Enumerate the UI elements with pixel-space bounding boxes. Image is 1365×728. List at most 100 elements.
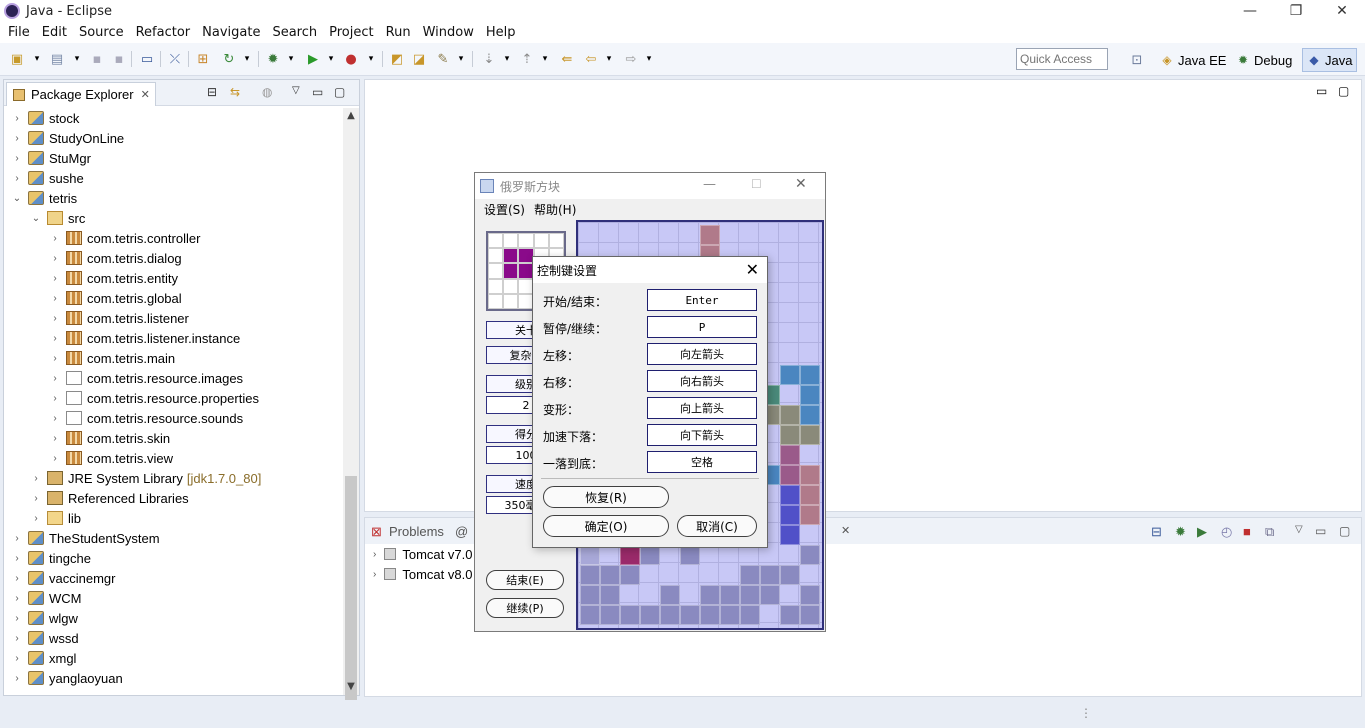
tree-item[interactable]: › stock — [12, 108, 79, 128]
back-icon[interactable]: ⇦ — [582, 50, 600, 68]
key-binding-field[interactable]: P — [647, 316, 757, 338]
last-edit-icon[interactable]: ⇚ — [558, 50, 576, 68]
tree-item[interactable]: › vaccinemgr — [12, 568, 115, 588]
refresh-dropdown-icon[interactable]: ▾ — [238, 50, 256, 68]
tab-problems[interactable]: Problems — [389, 524, 444, 539]
chevron-right-icon[interactable]: › — [50, 253, 60, 264]
open-perspective-icon[interactable]: ⊡ — [1128, 51, 1146, 69]
stop-server-icon[interactable]: ■ — [1243, 524, 1251, 539]
chevron-right-icon[interactable]: › — [31, 513, 41, 524]
debug-server-icon[interactable]: ✹ — [1175, 524, 1186, 540]
end-button[interactable]: 结束(E) — [486, 570, 564, 590]
chevron-right-icon[interactable]: › — [50, 413, 60, 424]
chevron-right-icon[interactable]: › — [31, 493, 41, 504]
tree-item[interactable]: › JRE System Library [jdk1.7.0_80] — [31, 468, 261, 488]
minimize-view-icon[interactable]: ▭ — [312, 85, 323, 99]
tree-item[interactable]: › com.tetris.resource.properties — [50, 388, 259, 408]
debug-dropdown-icon[interactable]: ▾ — [282, 50, 300, 68]
menu-window[interactable]: Window — [417, 25, 480, 40]
server-icon[interactable]: ⊞ — [194, 50, 212, 68]
menu-file[interactable]: File — [2, 25, 36, 40]
open-folder-icon[interactable]: ◪ — [410, 50, 428, 68]
quick-access-input[interactable] — [1016, 48, 1108, 70]
tetris-minimize-button[interactable]: — — [703, 177, 716, 192]
edit-dropdown-icon[interactable]: ▾ — [452, 50, 470, 68]
tree-item[interactable]: › lib — [31, 508, 81, 528]
tree-item[interactable]: › com.tetris.dialog — [50, 248, 181, 268]
chevron-right-icon[interactable]: › — [50, 393, 60, 404]
chevron-right-icon[interactable]: › — [50, 313, 60, 324]
chevron-right-icon[interactable]: › — [50, 273, 60, 284]
tetris-maximize-button[interactable]: ☐ — [751, 177, 762, 191]
tree-item[interactable]: › WCM — [12, 588, 81, 608]
dialog-close-icon[interactable]: ✕ — [746, 260, 759, 279]
tree-item[interactable]: › com.tetris.resource.sounds — [50, 408, 243, 428]
tree-item[interactable]: › com.tetris.controller — [50, 228, 200, 248]
tree-item[interactable]: › com.tetris.entity — [50, 268, 178, 288]
tree-item[interactable]: › com.tetris.skin — [50, 428, 170, 448]
key-binding-field[interactable]: 向右箭头 — [647, 370, 757, 392]
edit-icon[interactable]: ✎ — [434, 50, 452, 68]
cancel-button[interactable]: 取消(C) — [677, 515, 757, 537]
collapse-icon[interactable]: ⊟ — [1151, 524, 1162, 540]
menu-edit[interactable]: Edit — [36, 25, 73, 40]
publish-icon[interactable]: ⧉ — [1265, 524, 1274, 540]
ok-button[interactable]: 确定(O) — [543, 515, 669, 537]
tree-item[interactable]: ⌄ src — [31, 208, 86, 228]
chevron-right-icon[interactable]: › — [12, 593, 22, 604]
chevron-right-icon[interactable]: › — [12, 653, 22, 664]
menu-refactor[interactable]: Refactor — [130, 25, 197, 40]
chevron-right-icon[interactable]: › — [12, 113, 22, 124]
key-binding-field[interactable]: 向上箭头 — [647, 397, 757, 419]
editor-maximize-icon[interactable]: ▢ — [1338, 84, 1349, 98]
key-binding-field[interactable]: 空格 — [647, 451, 757, 473]
chevron-right-icon[interactable]: › — [12, 173, 22, 184]
focus-task-icon[interactable]: ◍ — [262, 85, 272, 99]
tree-scrollbar[interactable]: ▲ ▼ — [343, 108, 359, 708]
tree-item[interactable]: › tingche — [12, 548, 91, 568]
key-binding-field[interactable]: 向左箭头 — [647, 343, 757, 365]
refresh-icon[interactable]: ↻ — [220, 50, 238, 68]
tree-item[interactable]: › com.tetris.listener — [50, 308, 189, 328]
tree-item[interactable]: › wlgw — [12, 608, 78, 628]
chevron-right-icon[interactable]: › — [12, 153, 22, 164]
prev-annotation-icon[interactable]: ⇡ — [518, 50, 536, 68]
menu-tetris-help[interactable]: 帮助(H) — [534, 201, 576, 218]
prev-annotation-dropdown-icon[interactable]: ▾ — [536, 50, 554, 68]
profile-server-icon[interactable]: ◴ — [1221, 524, 1232, 540]
bottom-view-menu-icon[interactable]: ▽ — [1295, 524, 1303, 535]
close-tab-icon[interactable]: ✕ — [141, 88, 150, 101]
new-class-dropdown-icon[interactable]: ▾ — [68, 50, 86, 68]
next-annotation-icon[interactable]: ⇣ — [480, 50, 498, 68]
scroll-down-icon[interactable]: ▼ — [343, 681, 359, 695]
perspective-java[interactable]: ◆ Java — [1302, 48, 1358, 72]
view-menu-icon[interactable]: ▽ — [292, 85, 300, 96]
run-icon[interactable]: ▶ — [304, 50, 322, 68]
tree-item[interactable]: › Referenced Libraries — [31, 488, 188, 508]
tree-item[interactable]: › sushe — [12, 168, 83, 188]
save-icon[interactable]: ▪ — [88, 50, 106, 68]
tree-item[interactable]: › TheStudentSystem — [12, 528, 159, 548]
scroll-thumb[interactable] — [345, 476, 357, 708]
server-row[interactable]: › Tomcat v7.0 — [373, 544, 472, 564]
tree-item[interactable]: › yanglaoyuan — [12, 668, 122, 688]
bottom-minimize-icon[interactable]: ▭ — [1315, 524, 1326, 538]
chevron-right-icon[interactable]: › — [373, 569, 376, 580]
menu-help[interactable]: Help — [480, 25, 522, 40]
chevron-right-icon[interactable]: › — [31, 473, 41, 484]
tab-javadoc[interactable]: @ — [455, 524, 468, 539]
run-dropdown-icon[interactable]: ▾ — [322, 50, 340, 68]
menu-project[interactable]: Project — [323, 25, 379, 40]
bottom-maximize-icon[interactable]: ▢ — [1339, 524, 1350, 538]
link-with-editor-icon[interactable]: ⇆ — [230, 85, 240, 99]
close-button[interactable]: ✕ — [1319, 0, 1365, 22]
tree-item[interactable]: ⌄ tetris — [12, 188, 77, 208]
chevron-right-icon[interactable]: › — [50, 453, 60, 464]
chevron-right-icon[interactable]: › — [12, 553, 22, 564]
forward-dropdown-icon[interactable]: ▾ — [640, 50, 658, 68]
close-servers-tab-icon[interactable]: ✕ — [841, 524, 850, 537]
start-server-icon[interactable]: ▶ — [1197, 524, 1207, 540]
server-row[interactable]: › Tomcat v8.0 — [373, 564, 472, 584]
chevron-right-icon[interactable]: › — [12, 633, 22, 644]
chevron-right-icon[interactable]: › — [12, 613, 22, 624]
